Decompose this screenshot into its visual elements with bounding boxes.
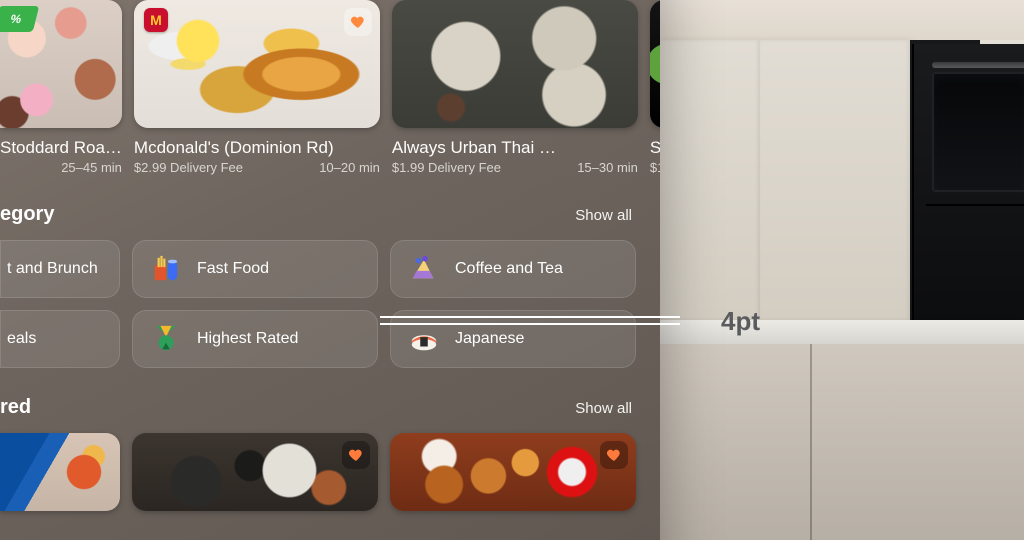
favorite-icon[interactable] — [344, 8, 372, 36]
show-all-button[interactable]: Show all — [575, 400, 632, 417]
restaurant-fee: $1.99 Delivery Fee — [392, 160, 501, 175]
restaurant-image: % — [0, 0, 122, 128]
restaurant-image — [392, 0, 638, 128]
sushi-icon — [409, 324, 439, 354]
section-header-featured: red Show all — [0, 396, 632, 419]
restaurant-fee: $1. — [650, 160, 660, 175]
mcdonalds-logo-icon: M — [144, 8, 168, 32]
category-label: Japanese — [455, 330, 524, 348]
category-label: Coffee and Tea — [455, 260, 563, 278]
favorite-icon[interactable] — [600, 441, 628, 469]
section-title: egory — [0, 203, 54, 226]
favorite-icon[interactable] — [342, 441, 370, 469]
cake-slice-icon — [409, 254, 439, 284]
category-label: Highest Rated — [197, 330, 298, 348]
oven — [912, 44, 1024, 324]
restaurant-card[interactable]: M Mcdonald's (Dominion Rd) $2.99 Deliver… — [134, 0, 380, 175]
app-panel: % Stoddard Roa… 25–45 min M Mcdonald's (… — [0, 0, 660, 540]
featured-card[interactable] — [0, 433, 120, 511]
category-grid: t and Brunch Fast Food Coffee and Tea ea… — [0, 240, 632, 368]
fries-cup-icon — [151, 254, 181, 284]
category-card-coffee[interactable]: Coffee and Tea — [390, 240, 636, 298]
restaurant-time: 10–20 min — [319, 160, 380, 175]
category-label: eals — [7, 330, 36, 348]
restaurant-row: % Stoddard Roa… 25–45 min M Mcdonald's (… — [0, 0, 632, 175]
screenshot-stage: % Stoddard Roa… 25–45 min M Mcdonald's (… — [0, 0, 1024, 540]
section-header-category: egory Show all — [0, 203, 632, 226]
category-card-deals[interactable]: eals — [0, 310, 120, 368]
restaurant-card[interactable]: % Stoddard Roa… 25–45 min — [0, 0, 122, 175]
restaurant-time: 25–45 min — [61, 160, 122, 175]
medal-icon — [151, 324, 181, 354]
restaurant-title: Always Urban Thai … — [392, 138, 638, 158]
restaurant-title: Stoddard Roa… — [0, 138, 122, 158]
section-title: red — [0, 396, 31, 419]
discount-badge-icon: % — [0, 6, 39, 32]
restaurant-image — [650, 0, 660, 128]
category-card-japanese[interactable]: Japanese — [390, 310, 636, 368]
category-card-fastfood[interactable]: Fast Food — [132, 240, 378, 298]
restaurant-card[interactable]: Always Urban Thai … $1.99 Delivery Fee 1… — [392, 0, 638, 175]
category-label: Fast Food — [197, 260, 269, 278]
restaurant-title: Mcdonald's (Dominion Rd) — [134, 138, 380, 158]
featured-card[interactable] — [390, 433, 636, 511]
featured-card[interactable] — [132, 433, 378, 511]
show-all-button[interactable]: Show all — [575, 207, 632, 224]
category-card-highest-rated[interactable]: Highest Rated — [132, 310, 378, 368]
restaurant-card[interactable]: Su $1. — [650, 0, 660, 175]
category-card-breakfast[interactable]: t and Brunch — [0, 240, 120, 298]
restaurant-title: Su — [650, 138, 660, 158]
restaurant-time: 15–30 min — [577, 160, 638, 175]
restaurant-fee: $2.99 Delivery Fee — [134, 160, 243, 175]
category-label: t and Brunch — [7, 260, 98, 278]
restaurant-image: M — [134, 0, 380, 128]
featured-row — [0, 433, 632, 511]
